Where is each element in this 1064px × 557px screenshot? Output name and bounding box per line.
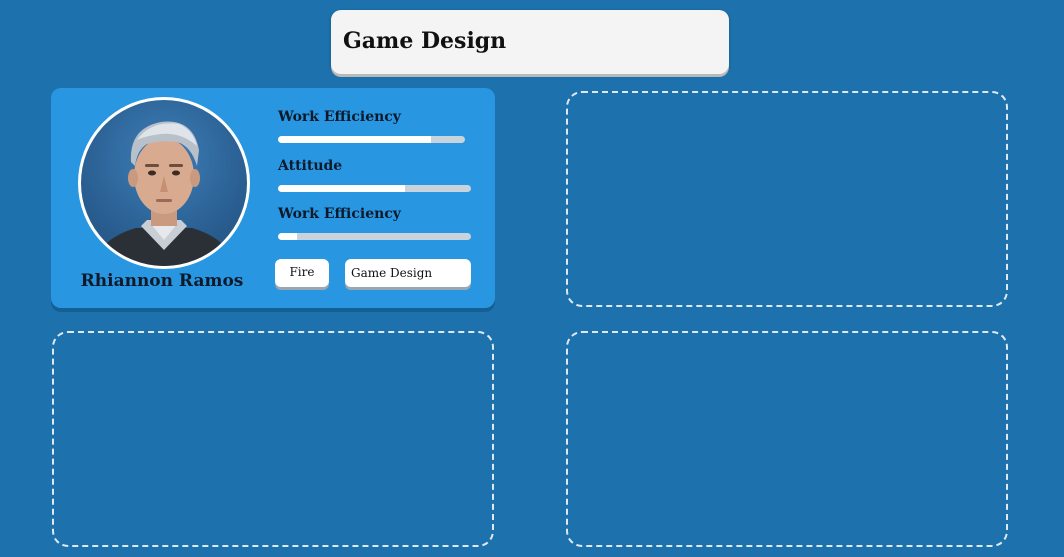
empty-employee-slot[interactable] xyxy=(566,91,1008,307)
stat-bar-work-efficiency xyxy=(278,136,465,143)
stat-bar-fill xyxy=(278,185,406,192)
character-portrait-icon xyxy=(91,121,237,266)
stat-bar-fill xyxy=(278,233,298,240)
fire-button[interactable]: Fire xyxy=(275,259,329,287)
stat-label-work-efficiency-2: Work Efficiency xyxy=(278,206,401,222)
department-assign-button[interactable]: Game Design xyxy=(345,259,471,287)
employee-avatar xyxy=(78,97,250,269)
stat-bar-fill xyxy=(278,136,432,143)
department-title-panel: Game Design xyxy=(331,10,729,74)
stat-label-attitude: Attitude xyxy=(278,158,343,174)
employee-card[interactable]: Rhiannon Ramos Work Efficiency Attitude … xyxy=(51,88,495,308)
empty-employee-slot[interactable] xyxy=(52,331,494,547)
stat-bar-attitude xyxy=(278,185,471,192)
stat-label-work-efficiency: Work Efficiency xyxy=(278,109,401,125)
empty-employee-slot[interactable] xyxy=(566,331,1008,547)
department-title: Game Design xyxy=(343,28,507,54)
employee-name: Rhiannon Ramos xyxy=(80,271,244,291)
stat-bar-work-efficiency-2 xyxy=(278,233,471,240)
